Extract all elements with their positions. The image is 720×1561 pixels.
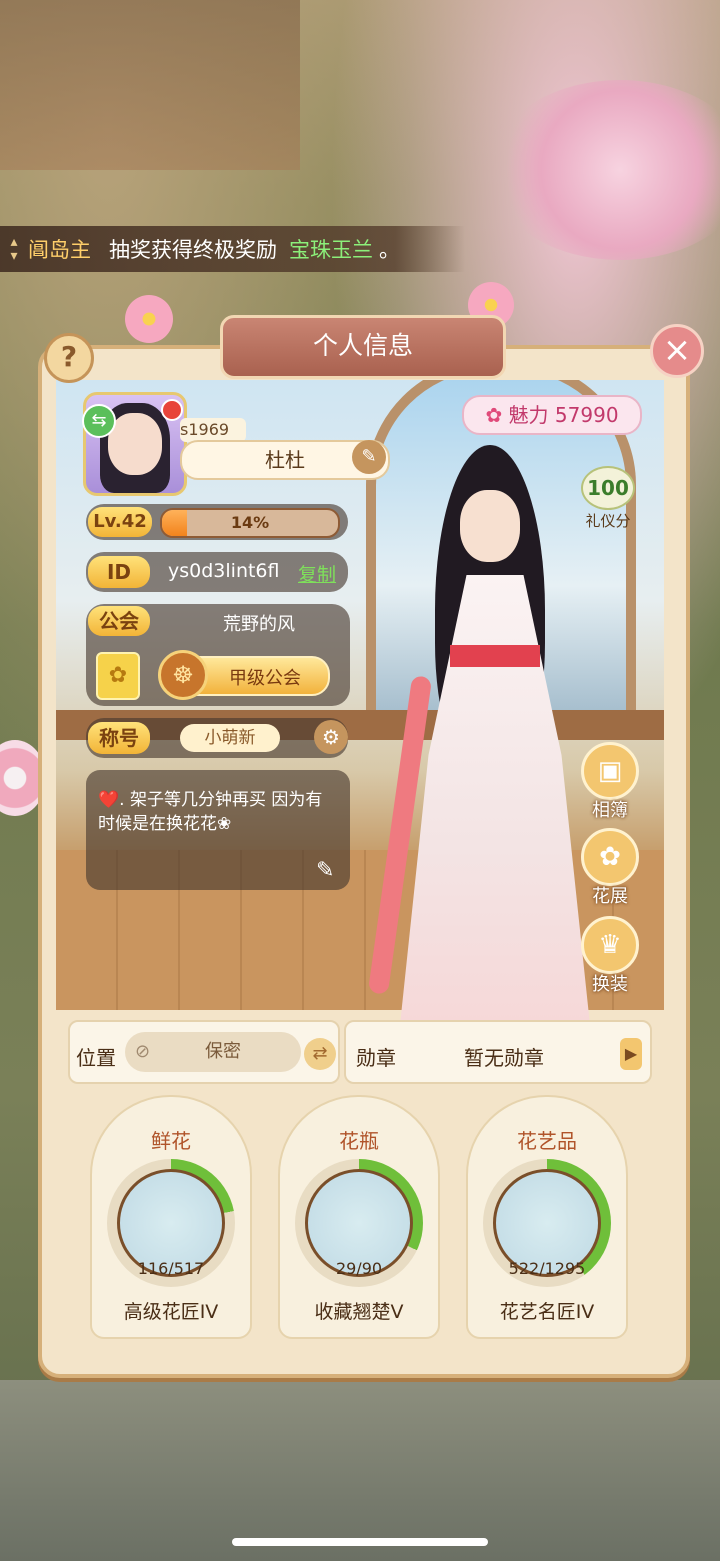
progress-ring: 29/90	[295, 1159, 423, 1287]
dress-up-button[interactable]: ♛ 换装	[580, 916, 640, 996]
progress-ring: 116/517	[107, 1159, 235, 1287]
xp-text: 14%	[230, 513, 270, 532]
toggle-location-icon[interactable]: ⇄	[304, 1038, 336, 1070]
medal-value: 暂无勋章	[464, 1046, 544, 1070]
etiquette-label: 礼仪分	[585, 512, 631, 530]
copy-button[interactable]: 复制	[298, 560, 336, 587]
guild-rank: 甲级公会	[229, 668, 301, 689]
marquee-arrows-icon: ▴ ▾	[10, 234, 18, 264]
location-pill[interactable]: ⊘ 保密	[125, 1032, 301, 1072]
swap-icon[interactable]: ⇆	[82, 404, 116, 438]
id-value: ys0d3lint6fl	[168, 560, 280, 582]
marquee-text: 抽奖获得终极奖励	[109, 238, 277, 262]
background-house	[0, 0, 300, 170]
hidden-eye-icon: ⊘	[135, 1041, 151, 1062]
etiquette-value: 100	[581, 466, 635, 510]
flower-show-button[interactable]: ✿ 花展	[580, 828, 640, 908]
location-label: 位置	[76, 1046, 116, 1070]
ship-wheel-icon: ☸	[158, 650, 208, 700]
server-label: s1969	[180, 418, 246, 442]
announcement-marquee: ▴ ▾ 阊岛主 抽奖获得终极奖励 宝珠玉兰 。	[0, 226, 465, 272]
medal-label: 勋章	[356, 1046, 396, 1070]
card-vases[interactable]: 花瓶 29/90 收藏翘楚V	[278, 1095, 440, 1339]
progress-ring: 522/1295	[483, 1159, 611, 1287]
flower-icon: ✿	[581, 828, 639, 886]
etiquette-score[interactable]: 100 礼仪分	[576, 466, 640, 534]
notification-dot	[161, 399, 183, 421]
rose-icon: ✿	[485, 403, 509, 427]
level-badge: Lv.42	[88, 507, 152, 537]
medal-arrow-icon[interactable]: ▶	[620, 1038, 642, 1070]
charm-value: 魅力 57990	[508, 403, 619, 427]
marquee-end: 。	[379, 238, 400, 262]
id-label: ID	[88, 556, 150, 588]
title-label: 称号	[88, 722, 150, 754]
album-icon: ▣	[581, 742, 639, 800]
title-value: 小萌新	[180, 724, 280, 752]
guild-name: 荒野的风	[223, 614, 295, 635]
background-stone-path	[0, 1380, 720, 1561]
marquee-player: 阊岛主	[28, 238, 91, 262]
edit-bio-icon[interactable]: ✎	[316, 858, 334, 883]
guild-emblem-icon: ✿	[96, 652, 140, 700]
charm-badge: ✿ 魅力 57990	[462, 395, 642, 435]
card-floral-art[interactable]: 花艺品 522/1295 花艺名匠IV	[466, 1095, 628, 1339]
home-indicator[interactable]	[232, 1538, 488, 1546]
xp-progress-bar: 14%	[160, 508, 340, 538]
decor-flower-icon	[125, 295, 173, 343]
marquee-item: 宝珠玉兰	[289, 238, 373, 262]
panel-title: 个人信息	[220, 315, 506, 379]
dress-icon: ♛	[581, 916, 639, 974]
guild-label: 公会	[88, 606, 150, 636]
location-value: 保密	[205, 1041, 241, 1062]
gear-icon[interactable]: ⚙	[314, 720, 348, 754]
edit-name-icon[interactable]: ✎	[352, 440, 386, 474]
close-button[interactable]: ×	[650, 324, 704, 378]
card-fresh-flowers[interactable]: 鲜花 116/517 高级花匠IV	[90, 1095, 252, 1339]
help-button[interactable]: ?	[44, 333, 94, 383]
bio-text: ❤️. 架子等几分钟再买 因为有时候是在换花花❀	[98, 790, 323, 834]
album-button[interactable]: ▣ 相簿	[580, 742, 640, 822]
